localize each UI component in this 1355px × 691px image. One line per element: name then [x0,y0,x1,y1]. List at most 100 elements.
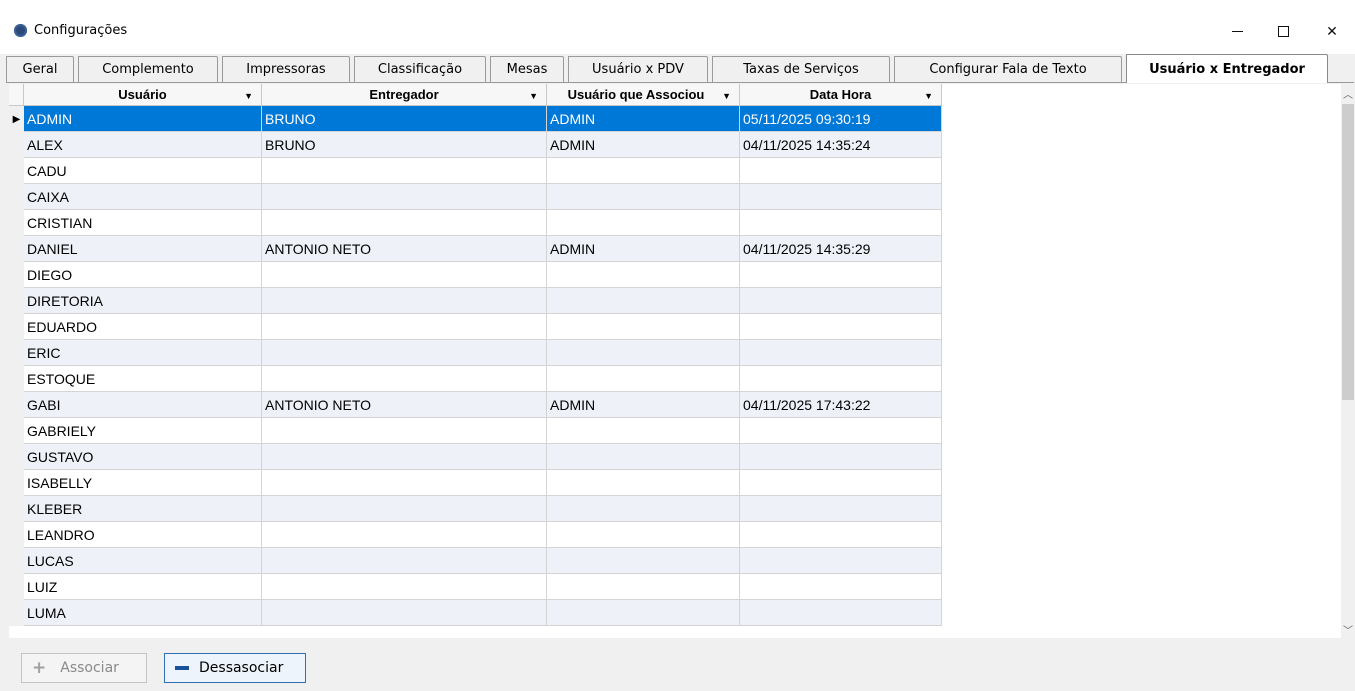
cell-data-hora[interactable] [740,574,942,600]
cell-usuario[interactable]: ERIC [24,340,262,366]
cell-data-hora[interactable] [740,314,942,340]
cell-usuario[interactable]: LUMA [24,600,262,626]
cell-usuario-associou[interactable] [547,314,740,340]
cell-usuario[interactable]: CRISTIAN [24,210,262,236]
table-row[interactable]: CADU [9,158,942,184]
cell-usuario[interactable]: LUIZ [24,574,262,600]
cell-entregador[interactable] [262,548,547,574]
cell-entregador[interactable] [262,366,547,392]
cell-usuario-associou[interactable] [547,210,740,236]
cell-entregador[interactable] [262,184,547,210]
filter-arrow-icon[interactable]: ▼ [244,91,253,101]
maximize-button[interactable] [1260,14,1306,48]
filter-arrow-icon[interactable]: ▼ [722,91,731,101]
cell-usuario-associou[interactable] [547,262,740,288]
table-row[interactable]: ISABELLY [9,470,942,496]
scroll-down-icon[interactable]: ﹀ [1341,622,1355,637]
associar-button[interactable]: + Associar [21,653,147,683]
cell-entregador[interactable] [262,262,547,288]
table-row[interactable]: KLEBER [9,496,942,522]
cell-usuario[interactable]: GUSTAVO [24,444,262,470]
table-row[interactable]: EDUARDO [9,314,942,340]
cell-usuario-associou[interactable] [547,418,740,444]
cell-entregador[interactable] [262,418,547,444]
table-row[interactable]: ESTOQUE [9,366,942,392]
cell-entregador[interactable] [262,340,547,366]
cell-usuario-associou[interactable] [547,522,740,548]
tab-complemento[interactable]: Complemento [78,56,218,82]
cell-data-hora[interactable] [740,210,942,236]
cell-usuario-associou[interactable]: ADMIN [547,106,740,132]
cell-usuario[interactable]: GABI [24,392,262,418]
column-header-entregador[interactable]: Entregador ▼ [262,84,547,106]
cell-usuario[interactable]: DIEGO [24,262,262,288]
table-row[interactable]: CAIXA [9,184,942,210]
cell-usuario[interactable]: ALEX [24,132,262,158]
cell-usuario-associou[interactable] [547,470,740,496]
cell-entregador[interactable] [262,158,547,184]
table-row[interactable]: DIEGO [9,262,942,288]
cell-usuario[interactable]: CADU [24,158,262,184]
table-row[interactable]: LEANDRO [9,522,942,548]
tab-usuario-pdv[interactable]: Usuário x PDV [568,56,708,82]
cell-usuario[interactable]: ISABELLY [24,470,262,496]
cell-data-hora[interactable] [740,496,942,522]
cell-data-hora[interactable] [740,340,942,366]
cell-data-hora[interactable] [740,418,942,444]
cell-entregador[interactable] [262,600,547,626]
tab-classificacao[interactable]: Classificação [354,56,486,82]
cell-usuario-associou[interactable] [547,184,740,210]
cell-usuario[interactable]: DIRETORIA [24,288,262,314]
cell-usuario-associou[interactable] [547,366,740,392]
table-row[interactable]: DIRETORIA [9,288,942,314]
tab-mesas[interactable]: Mesas [490,56,564,82]
table-row[interactable]: LUMA [9,600,942,626]
cell-usuario-associou[interactable]: ADMIN [547,236,740,262]
dessasociar-button[interactable]: Dessasociar [164,653,306,683]
scroll-thumb[interactable] [1342,104,1354,400]
cell-usuario[interactable]: ADMIN [24,106,262,132]
cell-data-hora[interactable] [740,522,942,548]
filter-arrow-icon[interactable]: ▼ [529,91,538,101]
cell-usuario-associou[interactable]: ADMIN [547,132,740,158]
cell-data-hora[interactable] [740,444,942,470]
cell-entregador[interactable]: BRUNO [262,132,547,158]
tab-impressoras[interactable]: Impressoras [222,56,350,82]
cell-data-hora[interactable] [740,600,942,626]
cell-entregador[interactable]: ANTONIO NETO [262,236,547,262]
cell-data-hora[interactable] [740,470,942,496]
cell-data-hora[interactable]: 04/11/2025 14:35:24 [740,132,942,158]
filter-arrow-icon[interactable]: ▼ [924,91,933,101]
cell-usuario-associou[interactable] [547,158,740,184]
tab-usuario-entregador[interactable]: Usuário x Entregador [1126,54,1328,83]
minimize-button[interactable] [1214,14,1260,48]
cell-usuario[interactable]: LEANDRO [24,522,262,548]
cell-entregador[interactable] [262,444,547,470]
cell-usuario-associou[interactable] [547,600,740,626]
cell-data-hora[interactable] [740,158,942,184]
cell-usuario-associou[interactable] [547,548,740,574]
scroll-up-icon[interactable]: ︿ [1341,86,1355,101]
cell-entregador[interactable]: BRUNO [262,106,547,132]
cell-usuario[interactable]: EDUARDO [24,314,262,340]
vertical-scrollbar[interactable]: ︿ ﹀ [1341,84,1355,638]
cell-data-hora[interactable]: 05/11/2025 09:30:19 [740,106,942,132]
cell-data-hora[interactable] [740,548,942,574]
table-row[interactable]: LUCAS [9,548,942,574]
cell-data-hora[interactable] [740,184,942,210]
cell-data-hora[interactable]: 04/11/2025 14:35:29 [740,236,942,262]
cell-usuario-associou[interactable] [547,574,740,600]
table-row[interactable]: LUIZ [9,574,942,600]
cell-usuario[interactable]: CAIXA [24,184,262,210]
table-row[interactable]: ▶ ADMIN BRUNO ADMIN 05/11/2025 09:30:19 [9,106,942,132]
cell-usuario[interactable]: KLEBER [24,496,262,522]
cell-usuario[interactable]: DANIEL [24,236,262,262]
tab-configurar-fala[interactable]: Configurar Fala de Texto [894,56,1122,82]
table-row[interactable]: ALEX BRUNO ADMIN 04/11/2025 14:35:24 [9,132,942,158]
users-grid[interactable]: Usuário ▼ Entregador ▼ Usuário que Assoc… [9,84,1341,638]
cell-usuario-associou[interactable] [547,288,740,314]
cell-usuario-associou[interactable]: ADMIN [547,392,740,418]
table-row[interactable]: ERIC [9,340,942,366]
cell-entregador[interactable] [262,288,547,314]
cell-usuario[interactable]: LUCAS [24,548,262,574]
